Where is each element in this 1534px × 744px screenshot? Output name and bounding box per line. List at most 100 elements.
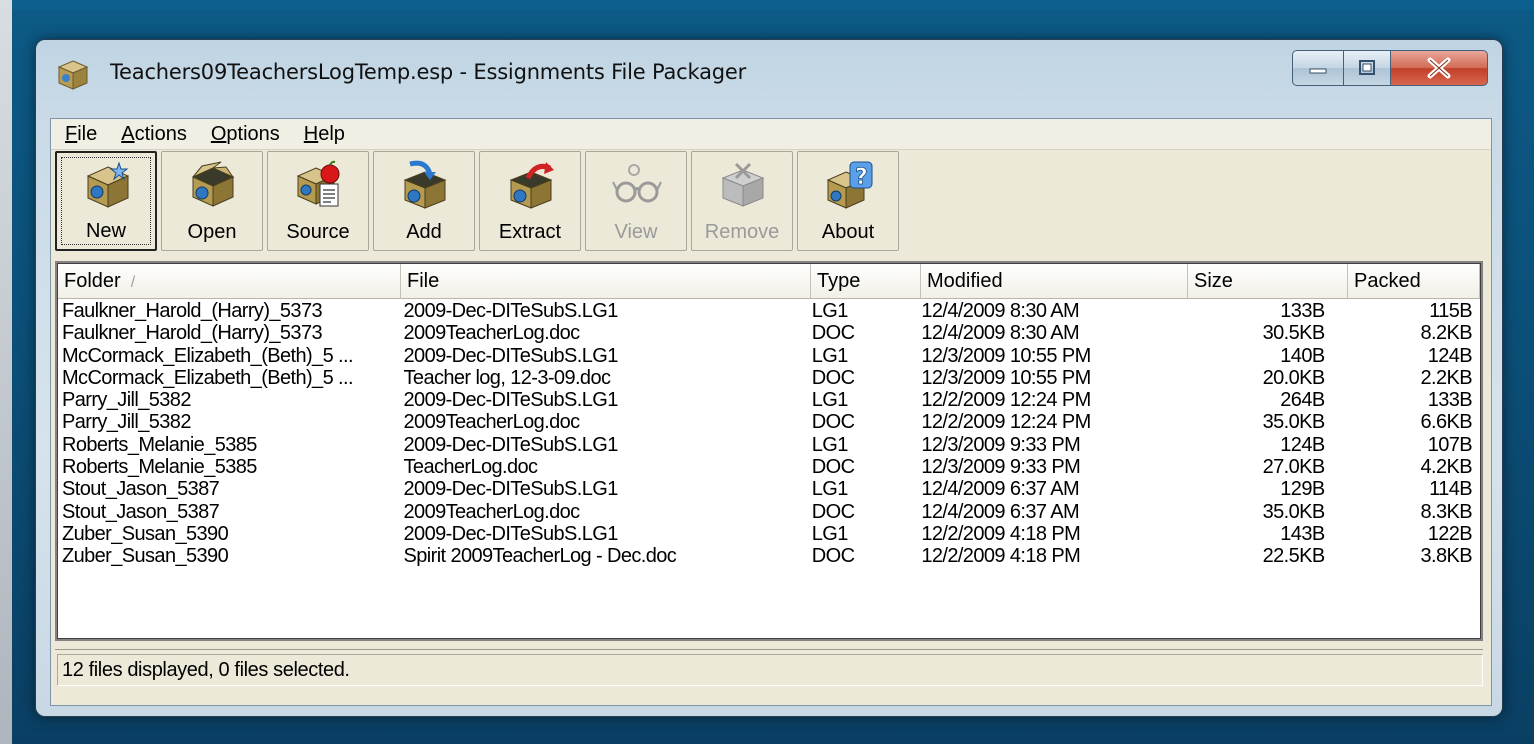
column-header-type[interactable]: Type (811, 264, 921, 298)
cell-modified: 12/3/2009 10:55 PM (921, 344, 1091, 367)
new-button[interactable]: New (55, 151, 157, 251)
extract-from-package-icon (509, 162, 554, 209)
table-row[interactable]: Roberts_Melanie_5385 TeacherLog.doc DOC … (58, 456, 1480, 478)
table-row[interactable]: McCormack_Elizabeth_(Beth)_5 ... 2009-De… (58, 345, 1480, 367)
extract-label: Extract (498, 221, 562, 243)
cell-file: 2009-Dec-DITeSubS.LG1 (403, 344, 619, 367)
cell-packed: 107B (1427, 433, 1473, 456)
cell-packed: 2.2KB (1420, 366, 1473, 389)
cell-packed: 114B (1429, 478, 1472, 501)
client-area: File Actions Options Help New Open Sourc… (50, 118, 1492, 706)
table-row[interactable]: Stout_Jason_5387 2009-Dec-DITeSubS.LG1 L… (58, 478, 1480, 500)
about-label: About (821, 221, 875, 243)
table-row[interactable]: Faulkner_Harold_(Harry)_5373 2009-Dec-DI… (58, 300, 1480, 322)
cell-file: TeacherLog.doc (403, 456, 539, 479)
column-header-folder[interactable]: Folder / (58, 264, 401, 298)
cell-file: 2009-Dec-DITeSubS.LG1 (403, 522, 619, 545)
cell-file: 2009-Dec-DITeSubS.LG1 (403, 478, 619, 501)
cell-folder: Zuber_Susan_5390 (62, 522, 229, 545)
cell-type: DOC (811, 456, 855, 479)
cell-type: DOC (811, 545, 855, 568)
toolbar: New Open Source Add Extract View Remove … (55, 151, 903, 255)
cell-packed: 8.3KB (1420, 500, 1473, 523)
minimize-icon (1309, 68, 1327, 74)
close-button[interactable] (1391, 50, 1488, 86)
remove-label: Remove (704, 221, 780, 243)
cell-type: DOC (811, 411, 855, 434)
table-row[interactable]: Roberts_Melanie_5385 2009-Dec-DITeSubS.L… (58, 434, 1480, 456)
extract-button[interactable]: Extract (479, 151, 581, 251)
file-list-inner: Folder / File Type Modified Size Packed F… (57, 263, 1481, 639)
package-app-icon (57, 60, 89, 90)
table-row[interactable]: Faulkner_Harold_(Harry)_5373 2009Teacher… (58, 322, 1480, 344)
new-label: New (85, 220, 126, 242)
cell-folder: McCormack_Elizabeth_(Beth)_5 ... (62, 344, 354, 367)
app-window: Teachers09TeachersLogTemp.esp - Essignme… (36, 40, 1502, 716)
new-package-icon (86, 161, 130, 208)
remove-button[interactable]: Remove (691, 151, 793, 251)
view-button[interactable]: View (585, 151, 687, 251)
cell-type: LG1 (811, 389, 849, 412)
cell-type: DOC (811, 500, 855, 523)
maximize-button[interactable] (1344, 50, 1391, 86)
source-package-icon (296, 160, 340, 207)
menu-file-label: ile (77, 122, 98, 145)
cell-size: 30.5KB (1262, 322, 1326, 345)
cell-modified: 12/2/2009 4:18 PM (921, 522, 1081, 545)
add-button[interactable]: Add (373, 151, 475, 251)
svg-text:?: ? (855, 165, 868, 190)
column-file-label: File (407, 270, 440, 292)
table-row[interactable]: McCormack_Elizabeth_(Beth)_5 ... Teacher… (58, 367, 1480, 389)
menu-file-accel: F (65, 122, 78, 145)
cell-packed: 6.6KB (1420, 411, 1473, 434)
menu-actions[interactable]: Actions (111, 123, 197, 146)
cell-file: 2009TeacherLog.doc (403, 500, 581, 523)
remove-from-package-icon (721, 162, 765, 207)
cell-size: 140B (1280, 344, 1325, 367)
cell-packed: 122B (1427, 522, 1473, 545)
menu-options[interactable]: Options (201, 123, 290, 146)
column-header-packed[interactable]: Packed (1348, 264, 1480, 298)
file-list[interactable]: Folder / File Type Modified Size Packed F… (55, 261, 1483, 641)
cell-modified: 12/4/2009 6:37 AM (921, 500, 1080, 523)
cell-packed: 8.2KB (1420, 322, 1473, 345)
cell-modified: 12/4/2009 8:30 AM (921, 300, 1080, 322)
cell-modified: 12/4/2009 8:30 AM (921, 322, 1080, 345)
cell-folder: Faulkner_Harold_(Harry)_5373 (62, 300, 323, 322)
open-label: Open (187, 221, 237, 243)
status-text: 12 files displayed, 0 files selected. (57, 654, 1483, 686)
cell-size: 27.0KB (1262, 456, 1326, 479)
table-row[interactable]: Parry_Jill_5382 2009-Dec-DITeSubS.LG1 LG… (58, 389, 1480, 411)
menu-bar: File Actions Options Help (51, 119, 1491, 150)
table-row[interactable]: Zuber_Susan_5390 Spirit 2009TeacherLog -… (58, 545, 1480, 567)
table-row[interactable]: Zuber_Susan_5390 2009-Dec-DITeSubS.LG1 L… (58, 523, 1480, 545)
menu-actions-accel: A (121, 122, 135, 145)
menu-help[interactable]: Help (294, 123, 355, 146)
table-row[interactable]: Parry_Jill_5382 2009TeacherLog.doc DOC 1… (58, 411, 1480, 433)
cell-modified: 12/3/2009 9:33 PM (921, 433, 1081, 456)
cell-modified: 12/4/2009 6:37 AM (921, 478, 1080, 501)
cell-folder: Roberts_Melanie_5385 (62, 433, 257, 456)
cell-packed: 115B (1429, 300, 1472, 322)
cell-type: DOC (811, 322, 855, 345)
open-button[interactable]: Open (161, 151, 263, 251)
menu-file[interactable]: File (55, 123, 107, 146)
cell-file: 2009TeacherLog.doc (403, 322, 581, 345)
minimize-button[interactable] (1292, 50, 1344, 86)
title-bar[interactable]: Teachers09TeachersLogTemp.esp - Essignme… (36, 40, 1502, 106)
table-row[interactable]: Stout_Jason_5387 2009TeacherLog.doc DOC … (58, 501, 1480, 523)
add-label: Add (406, 221, 442, 243)
column-header-size[interactable]: Size (1188, 264, 1348, 298)
list-rows: Faulkner_Harold_(Harry)_5373 2009-Dec-DI… (58, 300, 1480, 568)
cell-modified: 12/3/2009 10:55 PM (921, 366, 1091, 389)
cell-folder: McCormack_Elizabeth_(Beth)_5 ... (62, 366, 354, 389)
column-header-file[interactable]: File (401, 264, 811, 298)
cell-folder: Parry_Jill_5382 (62, 389, 191, 412)
cell-file: 2009-Dec-DITeSubS.LG1 (403, 433, 619, 456)
column-header-modified[interactable]: Modified (921, 264, 1188, 298)
cell-folder: Zuber_Susan_5390 (62, 545, 229, 568)
sort-indicator-icon: / (130, 274, 136, 291)
column-folder-label: Folder (64, 270, 121, 292)
about-button[interactable]: ? About (797, 151, 899, 251)
source-button[interactable]: Source (267, 151, 369, 251)
